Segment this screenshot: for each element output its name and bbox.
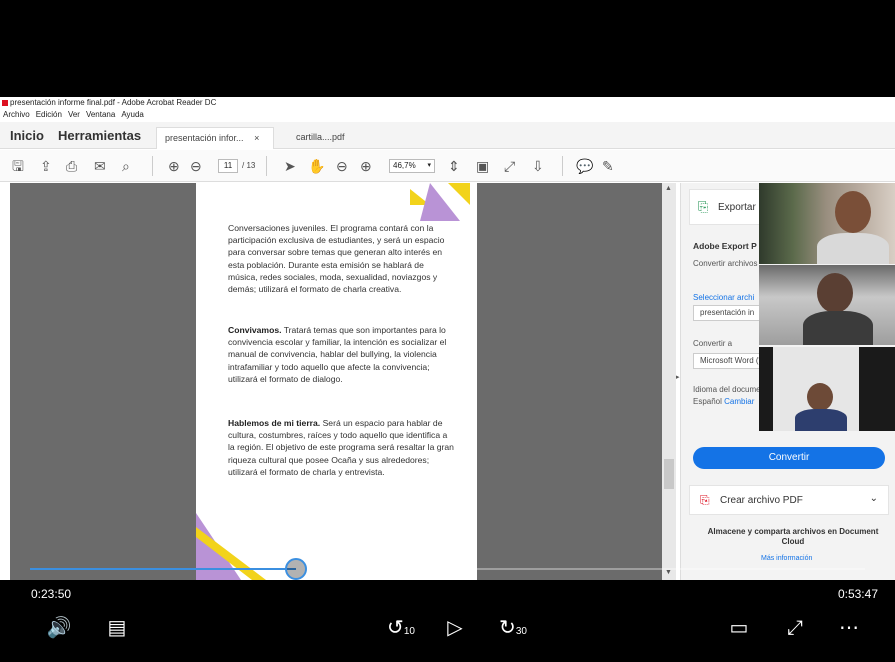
play-icon[interactable]: ▷ [442, 616, 468, 640]
tab-herramientas[interactable]: Herramientas [58, 128, 141, 143]
fit-page-icon[interactable]: ⇕ [448, 158, 460, 174]
chevron-down-icon: ▾ [427, 162, 431, 169]
upload-cloud-icon[interactable]: ⇪ [40, 158, 52, 174]
create-pdf-card[interactable]: ⎘ Crear archivo PDF ⌄ [689, 485, 889, 515]
more-info-link[interactable]: Más información [761, 555, 812, 562]
toolbar-divider [562, 156, 563, 176]
toolbar-divider [266, 156, 267, 176]
captions-icon[interactable]: ▤ [102, 616, 132, 640]
create-pdf-icon: ⎘ [700, 493, 710, 507]
tab-document-other[interactable]: cartilla....pdf [288, 127, 378, 149]
convert-to-label: Convertir a [693, 339, 733, 348]
mini-player-icon[interactable]: ▭ [724, 616, 754, 640]
seek-bar[interactable] [30, 558, 865, 580]
menu-archivo[interactable]: Archivo [3, 109, 30, 120]
print-icon[interactable]: ⎙ [66, 158, 77, 174]
tab-document-other-title: cartilla....pdf [296, 132, 345, 142]
paragraph-hablemos: Hablemos de mi tierra. Será un espacio p… [228, 417, 454, 478]
search-icon[interactable]: ⌕ [122, 158, 130, 174]
next-page-icon[interactable]: ⊖ [190, 158, 202, 174]
participant-face [807, 383, 833, 411]
participant-body [795, 409, 847, 431]
total-time: 0:53:47 [837, 587, 878, 601]
tab-document-title: presentación infor... [165, 133, 244, 143]
participant-video-2 [759, 265, 895, 345]
acrobat-icon [2, 100, 8, 106]
adobe-export-title: Adobe Export P [693, 241, 757, 251]
forward-seconds: 30 [515, 626, 527, 637]
document-area: Conversaciones juveniles. El programa co… [10, 183, 662, 580]
collapse-panel-icon[interactable]: ▸ [676, 373, 680, 381]
scrollbar-thumb[interactable] [664, 459, 674, 489]
page-number-input[interactable]: 11 [218, 159, 238, 173]
menu-edicion[interactable]: Edición [36, 109, 62, 120]
menu-bar: Archivo Edición Ver Ventana Ayuda [0, 109, 144, 120]
select-cursor-icon[interactable]: ➤ [284, 158, 296, 174]
current-time: 0:23:50 [31, 587, 72, 601]
participant-face [817, 273, 853, 313]
full-screen-icon[interactable]: ⤢ [504, 158, 515, 174]
close-tab-icon[interactable]: × [254, 133, 259, 143]
pen-icon[interactable]: ✎ [602, 158, 614, 174]
toolbar-divider [152, 156, 153, 176]
heading-hablemos: Hablemos de mi tierra. [228, 418, 321, 428]
seek-bar-progress [30, 568, 296, 570]
forward-icon[interactable]: ↻30 [496, 616, 530, 644]
convert-files-text: Convertir archivos [693, 259, 758, 268]
decorative-triangles [410, 183, 470, 221]
email-icon[interactable]: ✉ [94, 158, 106, 174]
save-icon[interactable]: 🖫 [12, 158, 24, 174]
scroll-up-icon[interactable]: ▲ [665, 185, 672, 192]
paragraph-conversaciones: Conversaciones juveniles. El programa co… [228, 223, 445, 295]
paragraph-convivamos: Convivamos. Tratará temas que son import… [228, 324, 454, 385]
create-pdf-label: Crear archivo PDF [720, 495, 803, 506]
scroll-mode-icon[interactable]: ⇩ [532, 158, 544, 174]
window-title-bar: presentación informe final.pdf - Adobe A… [0, 97, 760, 109]
scroll-down-icon[interactable]: ▼ [665, 569, 672, 576]
document-language-value: Español [693, 397, 722, 406]
export-pdf-icon: ⎘ [698, 199, 709, 214]
participant-body [817, 233, 889, 264]
menu-ayuda[interactable]: Ayuda [121, 109, 144, 120]
chevron-down-icon: ⌄ [869, 493, 878, 504]
window-title: presentación informe final.pdf - Adobe A… [10, 98, 217, 107]
left-gutter [0, 183, 10, 580]
page-total: / 13 [242, 161, 256, 170]
seek-bar-knob[interactable] [284, 558, 307, 580]
zoom-value: 46,7% [393, 161, 416, 170]
participant-video-1 [759, 183, 895, 264]
hand-tool-icon[interactable]: ✋ [308, 158, 325, 174]
document-cloud-text: Almacene y comparta archivos en Document… [707, 527, 879, 546]
rewind-icon[interactable]: ↺10 [384, 616, 418, 644]
fit-width-icon[interactable]: ▣ [476, 158, 489, 174]
tab-bar: Inicio Herramientas presentación infor..… [0, 122, 895, 149]
tab-document-active[interactable]: presentación infor... × [156, 127, 274, 149]
menu-ver[interactable]: Ver [68, 109, 80, 120]
zoom-out-icon[interactable]: ⊖ [336, 158, 348, 174]
previous-page-icon[interactable]: ⊕ [168, 158, 180, 174]
toolbar: 🖫 ⇪ ⎙ ✉ ⌕ ⊕ ⊖ 11 / 13 ➤ ✋ ⊖ ⊕ 46,7% ▾ ⇕ … [0, 150, 895, 182]
convert-button[interactable]: Convertir [693, 447, 885, 469]
pdf-page: Conversaciones juveniles. El programa co… [196, 183, 477, 580]
volume-icon[interactable]: 🔊 [44, 616, 74, 640]
screen-share: presentación informe final.pdf - Adobe A… [0, 97, 895, 580]
export-title: Exportar [718, 202, 756, 213]
document-language-row: Español Cambiar [693, 397, 754, 406]
participant-body [803, 311, 873, 345]
fullscreen-icon[interactable]: ⤢ [780, 616, 810, 640]
rewind-seconds: 10 [403, 626, 415, 637]
heading-convivamos: Convivamos. [228, 325, 282, 335]
comment-icon[interactable]: 💬 [576, 158, 593, 174]
change-language-link[interactable]: Cambiar [724, 397, 754, 406]
zoom-in-icon[interactable]: ⊕ [360, 158, 372, 174]
participant-face [835, 191, 871, 233]
selected-file-name: presentación in [700, 308, 755, 317]
more-options-icon[interactable]: ⋯ [834, 616, 864, 640]
tab-inicio[interactable]: Inicio [10, 128, 44, 143]
menu-ventana[interactable]: Ventana [86, 109, 115, 120]
zoom-select[interactable]: 46,7% ▾ [389, 159, 435, 173]
vertical-scrollbar[interactable]: ▲ ▼ [662, 183, 676, 580]
participant-video-3 [759, 347, 895, 431]
select-file-link[interactable]: Seleccionar archi [693, 293, 754, 302]
